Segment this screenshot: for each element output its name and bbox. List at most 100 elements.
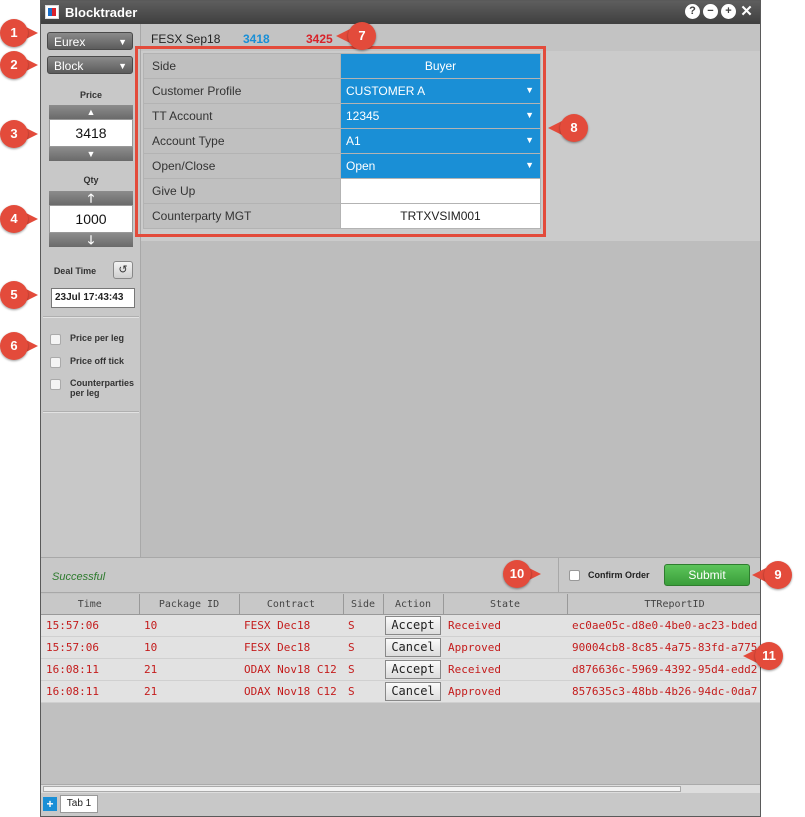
table-row[interactable]: 15:57:06 10 FESX Dec18 S Cancel Approved… bbox=[41, 636, 760, 659]
price-input[interactable]: 3418 bbox=[49, 119, 133, 147]
cell-contract: ODAX Nov18 C12 bbox=[239, 680, 343, 703]
cell-action: Cancel bbox=[383, 680, 443, 703]
price-label: Price bbox=[79, 90, 103, 100]
cell-time: 15:57:06 bbox=[41, 636, 139, 659]
qty-input[interactable]: 1000 bbox=[49, 205, 133, 233]
cell-package-id: 10 bbox=[139, 614, 239, 637]
window-title: Blocktrader bbox=[65, 5, 138, 20]
block-type-dropdown[interactable]: Block ▼ bbox=[47, 56, 133, 74]
cell-time: 16:08:11 bbox=[41, 680, 139, 703]
cell-package-id: 21 bbox=[139, 658, 239, 681]
block-type-value: Block bbox=[54, 59, 84, 73]
cell-action: Accept bbox=[383, 658, 443, 681]
arrow-up-icon: 🡑 bbox=[87, 191, 95, 205]
callout-number: 6 bbox=[0, 332, 28, 360]
exchange-value: Eurex bbox=[54, 35, 86, 49]
callout-10: 10 bbox=[503, 560, 543, 588]
callout-number: 1 bbox=[0, 19, 28, 47]
plus-icon: + bbox=[46, 797, 54, 811]
accept-button[interactable]: Accept bbox=[385, 660, 441, 679]
callout-number: 3 bbox=[0, 120, 28, 148]
divider bbox=[43, 411, 139, 413]
submit-button[interactable]: Submit bbox=[664, 564, 750, 586]
tab-bar: + Tab 1 bbox=[41, 793, 760, 816]
status-message: Successful bbox=[52, 571, 106, 583]
table-row[interactable]: 15:57:06 10 FESX Dec18 S Accept Received… bbox=[41, 614, 760, 637]
callout-number: 5 bbox=[0, 281, 28, 309]
empty-area bbox=[141, 241, 760, 557]
price-decrement-button[interactable]: ▼ bbox=[49, 147, 133, 161]
cell-state: Received bbox=[443, 658, 567, 681]
chevron-down-icon: ▼ bbox=[118, 37, 127, 47]
scrollbar-thumb[interactable] bbox=[43, 786, 681, 792]
callout-number: 2 bbox=[0, 51, 28, 79]
help-icon[interactable]: ? bbox=[685, 4, 700, 19]
column-header-time[interactable]: Time bbox=[41, 594, 140, 615]
table-row[interactable]: 16:08:11 21 ODAX Nov18 C12 S Accept Rece… bbox=[41, 658, 760, 681]
app-logo-icon bbox=[45, 5, 59, 19]
instrument-name: FESX Sep18 bbox=[151, 32, 221, 46]
cell-report-id: 90004cb8-8c85-4a75-83fd-a775 bbox=[567, 636, 760, 659]
confirm-order-label: Confirm Order bbox=[588, 570, 650, 580]
orders-table: Time Package ID Contract Side Action Sta… bbox=[41, 594, 760, 703]
close-icon[interactable]: ✕ bbox=[739, 4, 754, 19]
column-header-action[interactable]: Action bbox=[383, 594, 444, 615]
orders-grid: Time Package ID Contract Side Action Sta… bbox=[41, 594, 760, 784]
price-per-leg-label: Price per leg bbox=[70, 333, 125, 343]
table-row[interactable]: 16:08:11 21 ODAX Nov18 C12 S Cancel Appr… bbox=[41, 680, 760, 703]
price-increment-button[interactable]: ▲ bbox=[49, 105, 133, 119]
callout-number: 7 bbox=[348, 22, 376, 50]
reset-time-button[interactable]: ↺ bbox=[113, 261, 133, 279]
callout-8: 8 bbox=[548, 114, 588, 142]
refresh-icon: ↺ bbox=[118, 264, 128, 276]
column-header-state[interactable]: State bbox=[443, 594, 568, 615]
triangle-down-icon: ▼ bbox=[86, 149, 96, 159]
qty-label: Qty bbox=[83, 175, 99, 185]
price-per-leg-checkbox[interactable] bbox=[50, 334, 61, 345]
accept-button[interactable]: Accept bbox=[385, 616, 441, 635]
cell-side: S bbox=[343, 680, 383, 703]
cell-action: Accept bbox=[383, 614, 443, 637]
cell-contract: ODAX Nov18 C12 bbox=[239, 658, 343, 681]
counterparties-per-leg-label: Counterparties per leg bbox=[70, 378, 135, 398]
counterparties-per-leg-checkbox[interactable] bbox=[50, 379, 61, 390]
cell-time: 15:57:06 bbox=[41, 614, 139, 637]
exchange-dropdown[interactable]: Eurex ▼ bbox=[47, 32, 133, 50]
title-bar: Blocktrader ? − + ✕ bbox=[41, 1, 760, 24]
minimize-icon[interactable]: − bbox=[703, 4, 718, 19]
qty-increment-button[interactable]: 🡑 bbox=[49, 191, 133, 205]
table-header-row: Time Package ID Contract Side Action Sta… bbox=[41, 594, 760, 615]
qty-decrement-button[interactable]: 🡓 bbox=[49, 233, 133, 247]
callout-5: 5 bbox=[0, 281, 40, 309]
column-header-package-id[interactable]: Package ID bbox=[139, 594, 240, 615]
callout-number: 9 bbox=[764, 561, 792, 589]
callout-7: 7 bbox=[336, 22, 376, 50]
deal-time-input[interactable]: 23Jul 17:43:43 bbox=[51, 288, 135, 308]
cell-state: Received bbox=[443, 614, 567, 637]
cell-report-id: d876636c-5969-4392-95d4-edd2 bbox=[567, 658, 760, 681]
order-left-panel: Eurex ▼ Block ▼ Price ▲ 3418 ▼ Qty 🡑 1000 … bbox=[41, 24, 141, 557]
maximize-icon[interactable]: + bbox=[721, 4, 736, 19]
arrow-down-icon: 🡓 bbox=[87, 233, 95, 247]
cell-state: Approved bbox=[443, 636, 567, 659]
column-header-report-id[interactable]: TTReportID bbox=[567, 594, 760, 615]
tab-1[interactable]: Tab 1 bbox=[60, 795, 98, 813]
cancel-button[interactable]: Cancel bbox=[385, 638, 441, 657]
column-header-contract[interactable]: Contract bbox=[239, 594, 344, 615]
price-off-tick-checkbox[interactable] bbox=[50, 357, 61, 368]
confirm-order-checkbox[interactable] bbox=[569, 570, 580, 581]
cell-contract: FESX Dec18 bbox=[239, 614, 343, 637]
bid-price: 3418 bbox=[243, 32, 270, 46]
triangle-up-icon: ▲ bbox=[86, 107, 96, 117]
highlight-box bbox=[135, 46, 546, 237]
column-header-side[interactable]: Side bbox=[343, 594, 384, 615]
callout-2: 2 bbox=[0, 51, 40, 79]
cell-report-id: 857635c3-48bb-4b26-94dc-0da7 bbox=[567, 680, 760, 703]
cell-report-id: ec0ae05c-d8e0-4be0-ac23-bded bbox=[567, 614, 760, 637]
divider bbox=[558, 558, 559, 592]
callout-6: 6 bbox=[0, 332, 40, 360]
cell-time: 16:08:11 bbox=[41, 658, 139, 681]
cancel-button[interactable]: Cancel bbox=[385, 682, 441, 701]
add-tab-button[interactable]: + bbox=[43, 797, 57, 811]
callout-4: 4 bbox=[0, 205, 40, 233]
